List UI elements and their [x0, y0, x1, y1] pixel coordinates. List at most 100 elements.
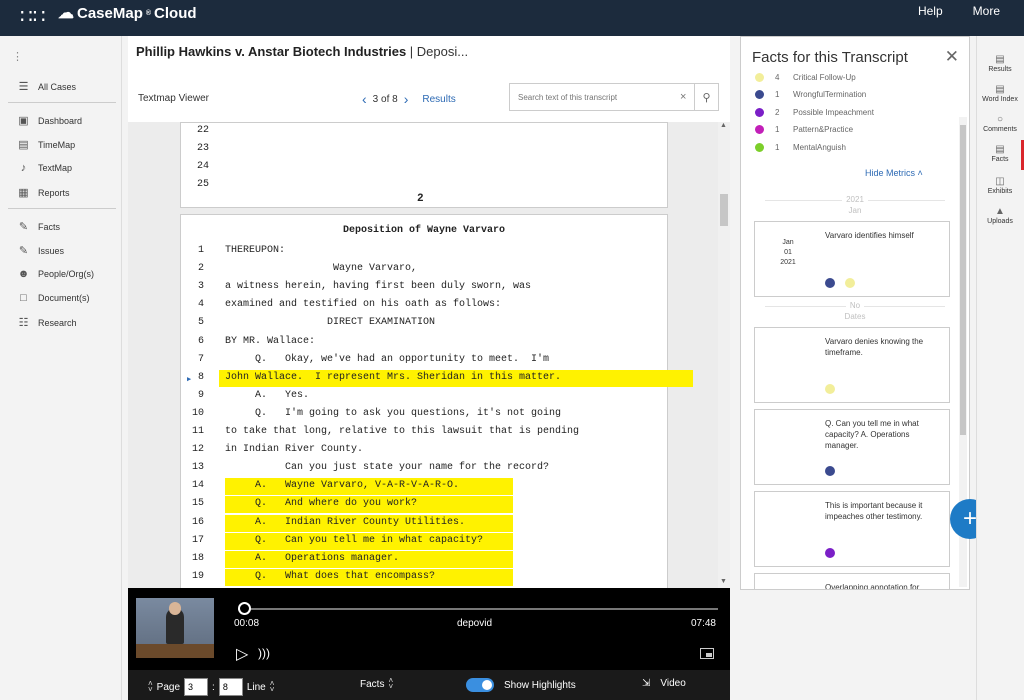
document-icon: □: [20, 292, 27, 304]
nav-reports[interactable]: ▦ Reports: [17, 186, 69, 199]
highlights-toggle[interactable]: [466, 678, 494, 692]
nav-people[interactable]: ☻ People/Org(s): [17, 268, 94, 280]
video-popout-icon: ⇲: [642, 678, 651, 689]
transcript-line[interactable]: Q. And where do you work?: [225, 498, 417, 509]
video-toggle[interactable]: ⇲ Video: [642, 678, 686, 689]
line-number: 9: [197, 389, 204, 401]
transcript-toolbar: ˄˅ Page : Line ˄˅ Facts ˄˅ Show Highligh…: [128, 670, 730, 700]
facts-stepper[interactable]: Facts ˄ ˅: [360, 677, 393, 691]
legend-dot: [755, 73, 764, 82]
rail-comments[interactable]: ○ Comments: [977, 114, 1023, 133]
prev-page-icon[interactable]: ‹: [362, 91, 367, 107]
show-highlights-control[interactable]: Show Highlights: [466, 678, 576, 692]
page-stepper-icon[interactable]: ˄ ˅: [148, 680, 153, 694]
scrollbar-thumb[interactable]: [720, 194, 728, 226]
fact-card[interactable]: Jan 01 2021 Varvaro identifies himself: [754, 221, 950, 297]
rail-exhibits[interactable]: ◫ Exhibits: [977, 176, 1023, 195]
transcript-line[interactable]: Q. I'm going to ask you questions, it's …: [225, 408, 561, 419]
rail-facts[interactable]: ▤ Facts: [977, 144, 1023, 163]
transcript-line[interactable]: A. Yes.: [225, 390, 309, 401]
search-icon[interactable]: ⚲: [694, 84, 718, 110]
scroll-up-icon[interactable]: ▲: [720, 122, 727, 129]
transcript-line[interactable]: THEREUPON:: [225, 245, 285, 256]
page-title: Phillip Hawkins v. Anstar Biotech Indust…: [136, 44, 469, 59]
volume-icon[interactable]: ))): [258, 646, 270, 660]
picture-in-picture-icon[interactable]: [700, 648, 714, 659]
progress-knob[interactable]: [238, 602, 251, 615]
collapse-nav-icon[interactable]: ⋮: [12, 50, 23, 63]
transcript-scrollbar[interactable]: ▲ ▼: [718, 122, 730, 588]
transcript-line[interactable]: in Indian River County.: [225, 444, 363, 455]
video-progress-bar[interactable]: [238, 602, 718, 615]
rail-word-index[interactable]: ▤ Word Index: [977, 84, 1023, 103]
video-thumbnail[interactable]: [136, 598, 214, 658]
left-nav: ⋮ ☰ All Cases ▣ Dashboard ▤ TimeMap ♪ TextMa…: [0, 36, 122, 700]
transcript-line[interactable]: Q. What does that encompass?: [225, 571, 435, 582]
help-link[interactable]: Help: [918, 4, 943, 18]
current-time: 00:08: [234, 618, 260, 629]
next-page-icon[interactable]: ›: [404, 91, 409, 107]
transcript-line[interactable]: A. Operations manager.: [225, 553, 399, 564]
nav-timemap[interactable]: ▤ TimeMap: [17, 138, 75, 151]
page-line-control: ˄˅ Page : Line ˄˅: [148, 678, 274, 696]
app-grid-icon[interactable]: ∷∷: [20, 4, 45, 29]
facts-icon: ▤: [995, 144, 1005, 155]
facts-stepper-icon[interactable]: ˄ ˅: [388, 677, 393, 691]
hide-metrics-link[interactable]: Hide Metrics ˄: [865, 168, 923, 178]
microphone-icon: ♪: [20, 162, 27, 174]
line-number: 23: [196, 143, 209, 154]
play-icon[interactable]: ▷: [236, 644, 248, 664]
transcript-line[interactable]: John Wallace. I represent Mrs. Sheridan …: [225, 372, 561, 383]
legend-item[interactable]: 1 Pattern&Practice: [755, 125, 853, 134]
line-number: 5: [197, 317, 204, 329]
transcript-line[interactable]: a witness herein, having first been duly…: [225, 281, 531, 292]
transcript-line[interactable]: DIRECT EXAMINATION: [225, 317, 435, 328]
legend-item[interactable]: 1 MentalAnguish: [755, 143, 846, 152]
fact-card[interactable]: This is important because it impeaches o…: [754, 491, 950, 567]
line-number: 22: [196, 125, 209, 136]
fact-card[interactable]: Q. Can you tell me in what capacity? A. …: [754, 409, 950, 485]
nav-facts[interactable]: ✎ Facts: [17, 220, 60, 233]
legend-dot: [755, 90, 764, 99]
nav-research[interactable]: ☷ Research: [17, 316, 77, 329]
legend-item[interactable]: 4 Critical Follow-Up: [755, 73, 856, 82]
transcript-search-input[interactable]: [510, 92, 680, 102]
transcript-line[interactable]: to take that long, relative to this laws…: [225, 426, 579, 437]
legend-item[interactable]: 1 WrongfulTermination: [755, 90, 866, 99]
nav-documents[interactable]: □ Document(s): [17, 292, 89, 304]
calendar-icon: ▤: [18, 139, 29, 151]
line-stepper-icon[interactable]: ˄ ˅: [270, 680, 275, 694]
transcript-line[interactable]: Q. Okay, we've had an opportunity to mee…: [225, 354, 549, 365]
nav-dashboard[interactable]: ▣ Dashboard: [17, 114, 82, 127]
nav-all-cases[interactable]: ☰ All Cases: [17, 80, 76, 93]
transcript-line[interactable]: A. Wayne Varvaro, V-A-R-V-A-R-O.: [225, 480, 459, 491]
transcript-viewer[interactable]: 22 23 24 25 2 Deposition of Wayne Varvar…: [128, 122, 730, 588]
rail-results[interactable]: ▤ Results: [977, 54, 1023, 73]
close-icon[interactable]: ✕: [945, 47, 959, 67]
scrollbar-thumb[interactable]: [960, 125, 966, 435]
scroll-down-icon[interactable]: ▼: [720, 578, 727, 585]
line-field[interactable]: [218, 678, 243, 696]
facts-panel: Facts for this Transcript ✕ 4 Critical F…: [740, 36, 970, 590]
results-link[interactable]: Results: [422, 94, 455, 105]
rail-uploads[interactable]: ▲ Uploads: [977, 206, 1023, 225]
transcript-line[interactable]: BY MR. Wallace:: [225, 336, 315, 347]
more-link[interactable]: More: [973, 4, 1000, 18]
transcript-line[interactable]: Wayne Varvaro,: [225, 263, 417, 274]
nav-issues[interactable]: ✎ Issues: [17, 244, 64, 257]
fact-card[interactable]: Overlapping annotation for: [754, 573, 950, 589]
line-number: 15: [191, 498, 204, 510]
transcript-line[interactable]: Q. Can you tell me in what capacity?: [225, 535, 483, 546]
transcript-line[interactable]: Can you just state your name for the rec…: [225, 462, 549, 473]
transcript-line[interactable]: examined and testified on his oath as fo…: [225, 299, 501, 310]
line-number: 2: [197, 263, 204, 275]
legend-item[interactable]: 2 Possible Impeachment: [755, 108, 874, 117]
transcript-line[interactable]: A. Indian River County Utilities.: [225, 517, 465, 528]
desk: [136, 644, 214, 658]
nav-textmap[interactable]: ♪ TextMap: [17, 162, 72, 174]
page-field[interactable]: [184, 678, 209, 696]
fact-card[interactable]: Varvaro denies knowing the timeframe.: [754, 327, 950, 403]
brand-logo[interactable]: ☁ CaseMap ® Cloud: [58, 3, 197, 23]
transcript-page: Deposition of Wayne Varvaro ▶ 1 THEREUPON…: [180, 214, 693, 588]
clear-search-icon[interactable]: ×: [680, 91, 694, 103]
